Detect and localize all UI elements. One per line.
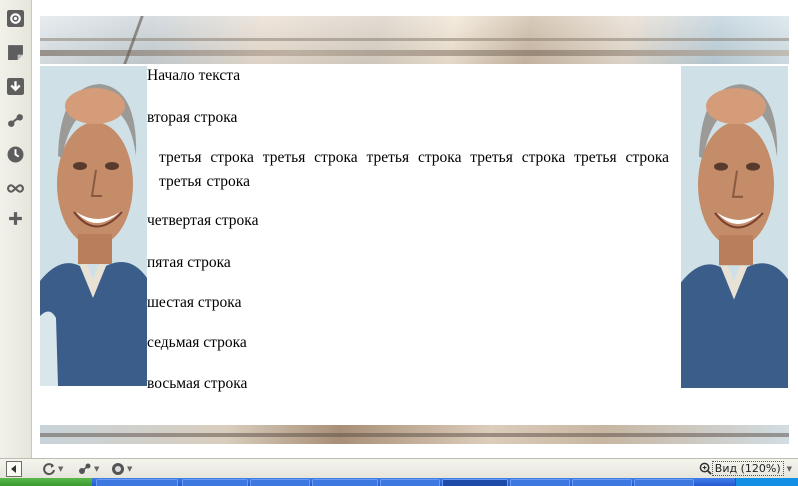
globe-icon	[112, 462, 124, 475]
chevron-left-icon	[11, 465, 16, 473]
zoom-icon	[699, 462, 712, 475]
panel-toggle-button[interactable]	[6, 461, 22, 477]
sync-button[interactable]: ▼	[42, 461, 63, 476]
text-line-5: пятая строка	[147, 254, 231, 271]
taskbar-item[interactable]	[96, 479, 178, 486]
text-line-6: шестая строка	[147, 294, 242, 311]
taskbar-item[interactable]	[442, 479, 508, 486]
taskbar-item[interactable]	[182, 479, 248, 486]
chevron-down-icon: ▼	[127, 464, 133, 473]
images-button[interactable]: ▼	[111, 461, 132, 476]
taskbar-item[interactable]	[634, 479, 694, 486]
taskbar	[0, 478, 798, 486]
history-icon[interactable]	[6, 145, 24, 163]
taskbar-item[interactable]	[250, 479, 310, 486]
notes-icon[interactable]	[6, 43, 24, 61]
text-line-3: третья строка третья строка третья строк…	[159, 149, 669, 190]
portrait-photo-left	[40, 66, 147, 386]
links-icon	[79, 463, 91, 474]
panels-settings-icon[interactable]	[6, 9, 24, 27]
text-line-2: вторая строка	[147, 109, 238, 126]
system-tray	[735, 478, 798, 486]
chevron-down-icon: ▼	[94, 464, 100, 473]
panel-sidebar	[0, 0, 32, 458]
unite-icon[interactable]	[6, 179, 24, 197]
chevron-down-icon[interactable]: ▼	[787, 465, 792, 473]
taskbar-item[interactable]	[312, 479, 378, 486]
text-line-8: восьмая строка	[147, 375, 248, 392]
page-viewport: Начало текста вторая строка третья строк…	[32, 0, 798, 458]
status-bar: ▼ ▼ ▼ Вид (120%) ▼	[0, 458, 798, 479]
downloads-icon[interactable]	[6, 77, 24, 95]
banner-image-top	[40, 16, 789, 64]
portrait-photo-right	[681, 66, 788, 388]
add-panel-icon[interactable]	[6, 209, 24, 227]
taskbar-item[interactable]	[380, 479, 440, 486]
banner-image-bottom	[40, 425, 789, 444]
sync-icon	[43, 462, 55, 475]
turbo-button[interactable]: ▼	[78, 461, 99, 476]
taskbar-item[interactable]	[572, 479, 632, 486]
links-icon[interactable]	[6, 111, 24, 129]
start-button[interactable]	[0, 478, 92, 486]
zoom-label: Вид (120%)	[711, 461, 784, 476]
chevron-down-icon: ▼	[58, 464, 64, 473]
text-line-1: Начало текста	[147, 67, 241, 84]
zoom-control[interactable]: Вид (120%) ▼	[699, 461, 792, 476]
text-line-4: четвертая строка	[147, 212, 259, 229]
text-line-7: седьмая строка	[147, 334, 247, 351]
taskbar-item[interactable]	[510, 479, 570, 486]
